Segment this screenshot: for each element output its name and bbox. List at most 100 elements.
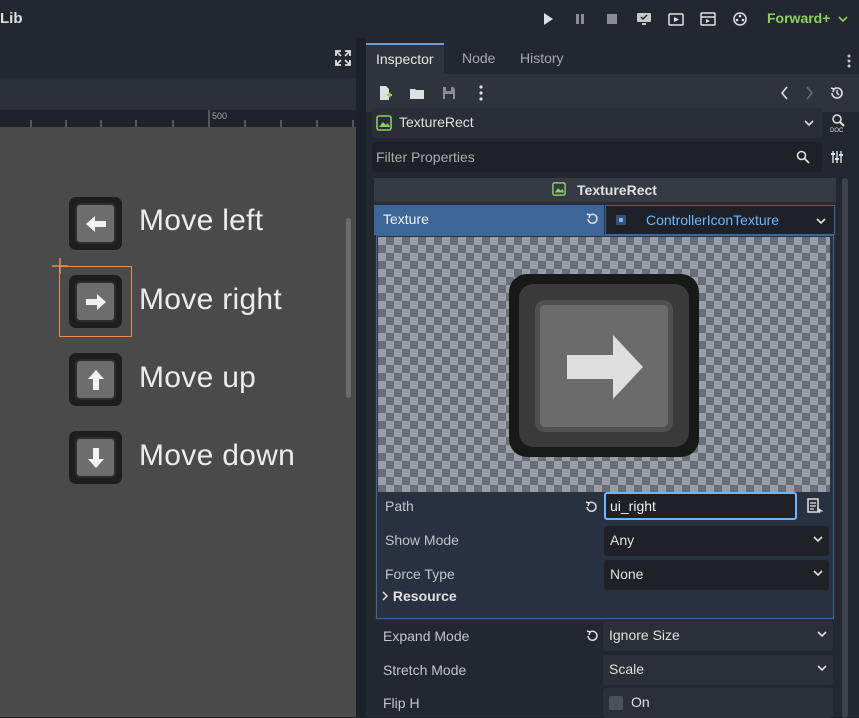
key-down[interactable]: [69, 431, 122, 484]
texture-rect-icon: [552, 182, 566, 196]
renderer-dropdown[interactable]: Forward+: [767, 10, 848, 26]
section-header[interactable]: TextureRect: [374, 178, 836, 202]
filter-properties[interactable]: [372, 142, 822, 172]
viewport-scrollbar[interactable]: [346, 218, 351, 398]
object-selector[interactable]: TextureRect: [372, 108, 822, 138]
action-list-icon[interactable]: [807, 498, 823, 514]
movie-maker-icon[interactable]: [726, 7, 754, 31]
arrow-down-icon: [87, 447, 104, 468]
path-label: Path: [385, 498, 414, 514]
forward-icon[interactable]: [800, 84, 818, 102]
revert-icon[interactable]: [584, 500, 598, 514]
resource-script-icon: [616, 215, 626, 225]
tab-inspector[interactable]: Inspector: [366, 43, 444, 74]
play-scene-icon[interactable]: [662, 7, 690, 31]
chevron-down-icon: [804, 120, 814, 127]
flip-h-property: Flip H On: [374, 688, 836, 718]
stop-icon[interactable]: [598, 7, 626, 31]
force-type-label: Force Type: [385, 566, 455, 582]
open-folder-icon[interactable]: [408, 84, 426, 102]
preview-key: [509, 274, 699, 457]
inspector-scrollbar[interactable]: [842, 178, 848, 718]
path-property: Path: [377, 492, 833, 522]
show-mode-dropdown[interactable]: Any: [604, 526, 829, 556]
move-left-label: Move left: [139, 204, 264, 237]
resource-group-label: Resource: [392, 588, 457, 604]
chevron-down-icon: [816, 218, 826, 225]
show-mode-value: Any: [610, 532, 635, 548]
kebab-menu-icon[interactable]: [472, 84, 490, 102]
texture-rect-section: TextureRect Texture ControllerIconTextur…: [374, 178, 836, 621]
stretch-mode-property: Stretch Mode Scale: [374, 655, 836, 685]
move-up-label: Move up: [139, 361, 257, 394]
key-up[interactable]: [69, 353, 122, 406]
move-down-label: Move down: [139, 439, 296, 472]
filter-input[interactable]: [372, 142, 792, 172]
show-mode-label: Show Mode: [385, 532, 459, 548]
chevron-down-icon: [813, 570, 823, 577]
back-icon[interactable]: [776, 84, 794, 102]
pause-icon[interactable]: [566, 7, 594, 31]
revert-icon[interactable]: [585, 629, 599, 643]
inspector-dock: Inspector Node History TextureRect DOC F…: [366, 38, 859, 718]
arrow-up-icon: [87, 369, 104, 390]
force-type-property: Force Type None: [377, 560, 833, 590]
dock-tabs: Inspector Node History: [366, 43, 859, 74]
viewport-toolbar: [0, 38, 356, 78]
arrow-right-icon: [567, 335, 643, 399]
selection-rect[interactable]: [59, 266, 132, 337]
tab-history[interactable]: History: [510, 43, 574, 74]
texture-label-text: Texture: [383, 211, 429, 227]
texture-property: Texture ControllerIconTexture: [374, 205, 836, 235]
inspector-toolbar: [366, 74, 859, 112]
expand-mode-property: Expand Mode Ignore Size: [374, 621, 836, 651]
revert-icon[interactable]: [585, 212, 599, 226]
chevron-down-icon: [817, 665, 827, 672]
stretch-mode-dropdown[interactable]: Scale: [603, 655, 833, 685]
new-resource-icon[interactable]: [376, 84, 394, 102]
kebab-menu-icon[interactable]: [846, 54, 852, 68]
svg-text:DOC: DOC: [830, 128, 844, 133]
path-input[interactable]: [604, 492, 797, 520]
flip-h-checkbox[interactable]: On: [603, 688, 833, 718]
show-mode-property: Show Mode Any: [377, 526, 833, 556]
search-icon: [796, 150, 810, 164]
doc-icon[interactable]: DOC: [829, 113, 847, 133]
texture-label: Texture: [374, 205, 604, 235]
renderer-label: Forward+: [767, 10, 831, 26]
stretch-mode-label: Stretch Mode: [383, 662, 467, 678]
texture-resource-panel: Path Show Mode Any Force Type None: [376, 235, 834, 619]
texture-value: ControllerIconTexture: [646, 212, 780, 228]
panel-splitter[interactable]: [356, 38, 366, 717]
chevron-down-icon: [813, 536, 823, 543]
expand-mode-dropdown[interactable]: Ignore Size: [603, 621, 833, 651]
arrow-left-icon: [85, 215, 106, 232]
pivot-cross-icon[interactable]: [52, 258, 68, 274]
section-title: TextureRect: [577, 182, 657, 198]
viewport-subtoolbar: [0, 78, 356, 110]
checkbox[interactable]: [609, 696, 623, 710]
stretch-mode-value: Scale: [609, 661, 645, 677]
force-type-dropdown[interactable]: None: [604, 560, 829, 590]
texture-resource-picker[interactable]: ControllerIconTexture: [605, 205, 835, 235]
resource-group[interactable]: Resource: [381, 588, 457, 604]
force-type-value: None: [610, 566, 644, 582]
horizontal-ruler: 500: [0, 110, 356, 127]
ruler-label: 500: [212, 111, 228, 121]
key-left[interactable]: [69, 197, 122, 250]
move-right-label: Move right: [139, 283, 283, 316]
texture-rect-icon: [376, 115, 392, 131]
chevron-down-icon: [817, 631, 827, 638]
filter-settings-icon[interactable]: [830, 150, 844, 164]
object-name: TextureRect: [399, 114, 474, 130]
expand-icon[interactable]: [334, 49, 352, 67]
tab-node[interactable]: Node: [452, 43, 505, 74]
expand-mode-label: Expand Mode: [383, 628, 470, 644]
history-icon[interactable]: [828, 84, 846, 102]
app-title: Lib: [0, 10, 23, 27]
chevron-down-icon: [838, 16, 848, 23]
play-icon[interactable]: [534, 7, 562, 31]
save-icon[interactable]: [440, 84, 458, 102]
play-custom-scene-icon[interactable]: [694, 7, 722, 31]
remote-debug-icon[interactable]: [630, 7, 658, 31]
